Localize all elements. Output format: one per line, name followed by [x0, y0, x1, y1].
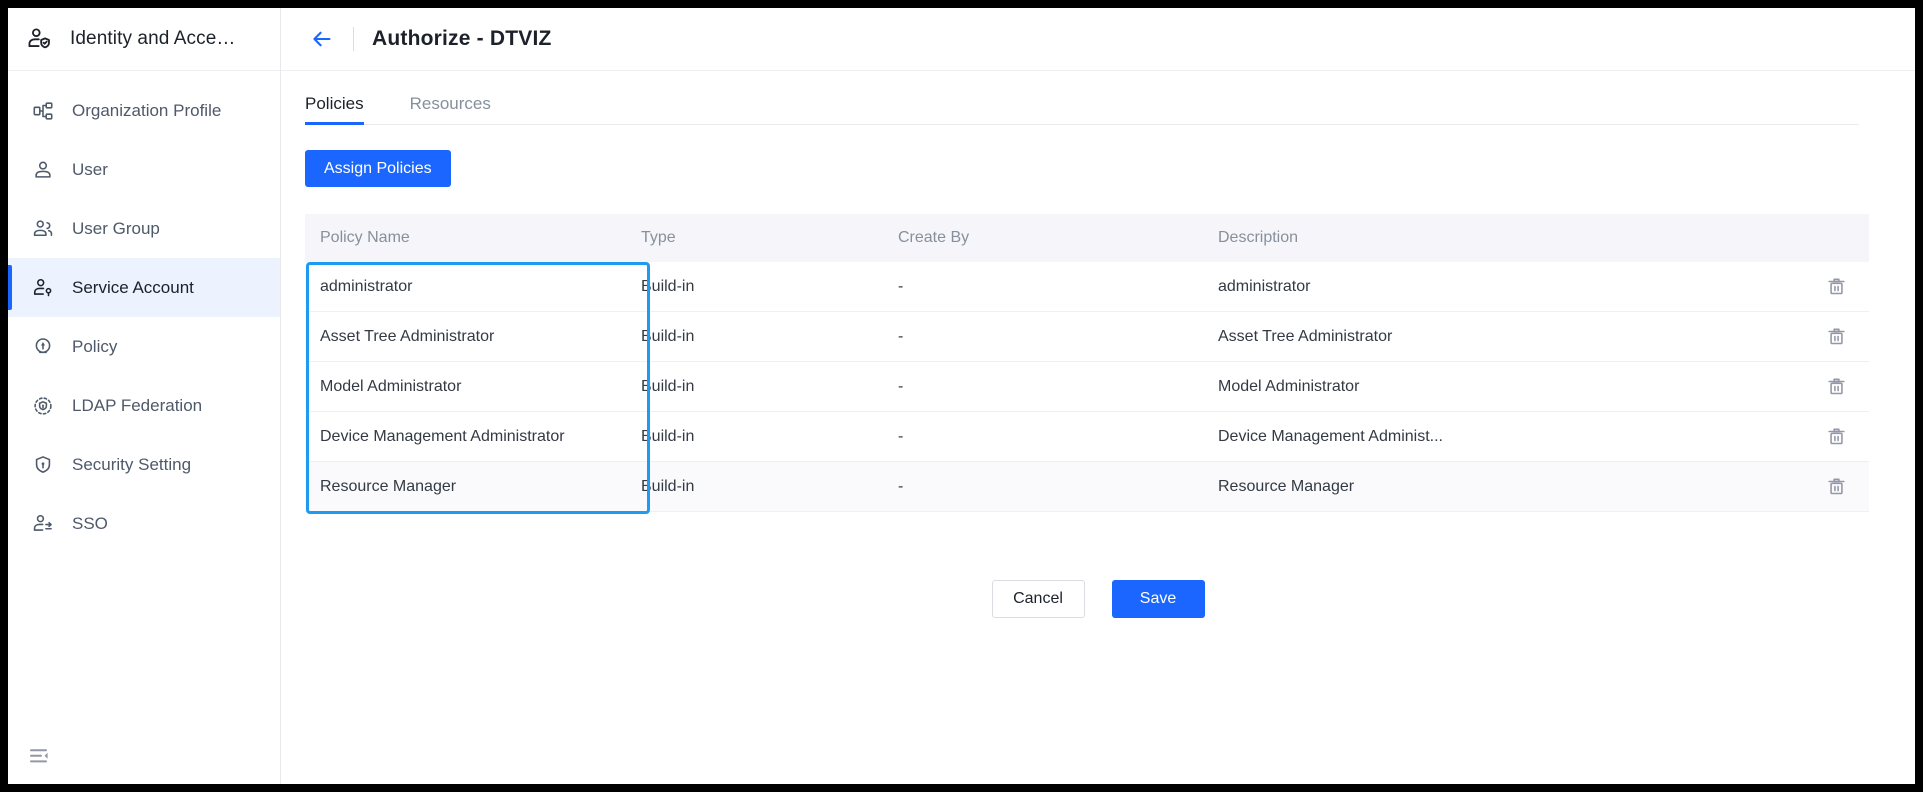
sso-icon [30, 511, 56, 537]
cell-policy-name: administrator [320, 277, 413, 295]
sidebar-item-organization-profile[interactable]: Organization Profile [8, 81, 280, 140]
cell-type: Build-in [641, 427, 695, 445]
users-icon [30, 216, 56, 242]
column-header-create-by: Create By [898, 229, 970, 246]
app-window: Identity and Acce… Organization Profile [8, 8, 1915, 784]
sidebar-title: Identity and Acce… [70, 28, 236, 49]
footer-actions: Cancel Save [281, 580, 1915, 618]
toolbar: Assign Policies [281, 125, 1915, 187]
sidebar-item-service-account[interactable]: Service Account [8, 258, 280, 317]
cell-policy-name: Model Administrator [320, 377, 462, 395]
cell-description: administrator [1218, 277, 1311, 295]
trash-icon[interactable] [1826, 276, 1847, 297]
sidebar-collapse-icon[interactable] [28, 744, 52, 768]
table-row[interactable]: Model Administrator Build-in - Model Adm… [305, 362, 1869, 412]
policy-icon [30, 334, 56, 360]
sidebar-item-ldap-federation[interactable]: LDAP Federation [8, 376, 280, 435]
tab-policies[interactable]: Policies [305, 94, 364, 125]
ldap-federation-icon [30, 393, 56, 419]
cell-policy-name: Device Management Administrator [320, 427, 565, 445]
column-header-policy-name: Policy Name [320, 229, 410, 246]
sidebar-item-label: Policy [72, 336, 118, 356]
cell-actions [1803, 426, 1869, 447]
sidebar-item-label: User Group [72, 218, 160, 238]
cell-actions [1803, 276, 1869, 297]
column-header-description: Description [1218, 229, 1299, 246]
cell-description: Device Management Administ... [1218, 427, 1443, 445]
save-button[interactable]: Save [1111, 580, 1205, 618]
cell-actions [1803, 326, 1869, 347]
arrow-left-icon[interactable] [305, 22, 339, 56]
cell-type: Build-in [641, 277, 695, 295]
page-title: Authorize - DTVIZ [372, 27, 552, 50]
sidebar-item-user[interactable]: User [8, 140, 280, 199]
sidebar-footer [8, 728, 280, 784]
org-chart-icon [30, 98, 56, 124]
sidebar-item-label: LDAP Federation [72, 395, 203, 415]
cell-create-by: - [898, 427, 904, 445]
cell-create-by: - [898, 277, 904, 295]
sidebar-nav: Organization Profile User User Group Ser… [8, 71, 280, 553]
cell-type: Build-in [641, 327, 695, 345]
user-shield-icon [26, 26, 56, 52]
cell-policy-name: Resource Manager [320, 477, 457, 495]
cell-create-by: - [898, 477, 904, 495]
cell-description: Asset Tree Administrator [1218, 327, 1393, 345]
tab-resources[interactable]: Resources [410, 94, 491, 125]
trash-icon[interactable] [1826, 476, 1847, 497]
assign-policies-button[interactable]: Assign Policies [305, 150, 451, 187]
sidebar-item-label: Organization Profile [72, 100, 222, 120]
table-row[interactable]: Asset Tree Administrator Build-in - Asse… [305, 312, 1869, 362]
cancel-button[interactable]: Cancel [991, 580, 1085, 618]
sidebar: Identity and Acce… Organization Profile [8, 8, 281, 784]
column-header-type: Type [641, 229, 676, 246]
table-row[interactable]: Device Management Administrator Build-in… [305, 412, 1869, 462]
service-account-icon [30, 275, 56, 301]
sidebar-item-label: SSO [72, 513, 108, 533]
table-header-row: Policy Name Type Create By Description [305, 214, 1869, 262]
user-icon [30, 157, 56, 183]
header-divider [353, 27, 354, 51]
sidebar-item-label: Security Setting [72, 454, 192, 474]
cell-actions [1803, 476, 1869, 497]
table-row[interactable]: Resource Manager Build-in - Resource Man… [305, 462, 1869, 512]
cell-create-by: - [898, 377, 904, 395]
page-header: Authorize - DTVIZ [281, 8, 1915, 71]
cell-description: Resource Manager [1218, 477, 1355, 495]
cell-actions [1803, 376, 1869, 397]
shield-lock-icon [30, 452, 56, 478]
trash-icon[interactable] [1826, 376, 1847, 397]
trash-icon[interactable] [1826, 326, 1847, 347]
sidebar-item-sso[interactable]: SSO [8, 494, 280, 553]
cell-policy-name: Asset Tree Administrator [320, 327, 495, 345]
sidebar-item-label: Service Account [72, 277, 194, 297]
trash-icon[interactable] [1826, 426, 1847, 447]
sidebar-item-user-group[interactable]: User Group [8, 199, 280, 258]
main-content: Authorize - DTVIZ Policies Resources Ass… [281, 8, 1915, 784]
tab-bar: Policies Resources [281, 71, 1915, 125]
sidebar-item-policy[interactable]: Policy [8, 317, 280, 376]
policies-table: Policy Name Type Create By Description a… [305, 214, 1869, 514]
cell-create-by: - [898, 327, 904, 345]
sidebar-item-label: User [72, 159, 108, 179]
cell-type: Build-in [641, 477, 695, 495]
sidebar-item-security-setting[interactable]: Security Setting [8, 435, 280, 494]
sidebar-header[interactable]: Identity and Acce… [8, 8, 280, 71]
table-row[interactable]: administrator Build-in - administrator [305, 262, 1869, 312]
cell-description: Model Administrator [1218, 377, 1360, 395]
cell-type: Build-in [641, 377, 695, 395]
